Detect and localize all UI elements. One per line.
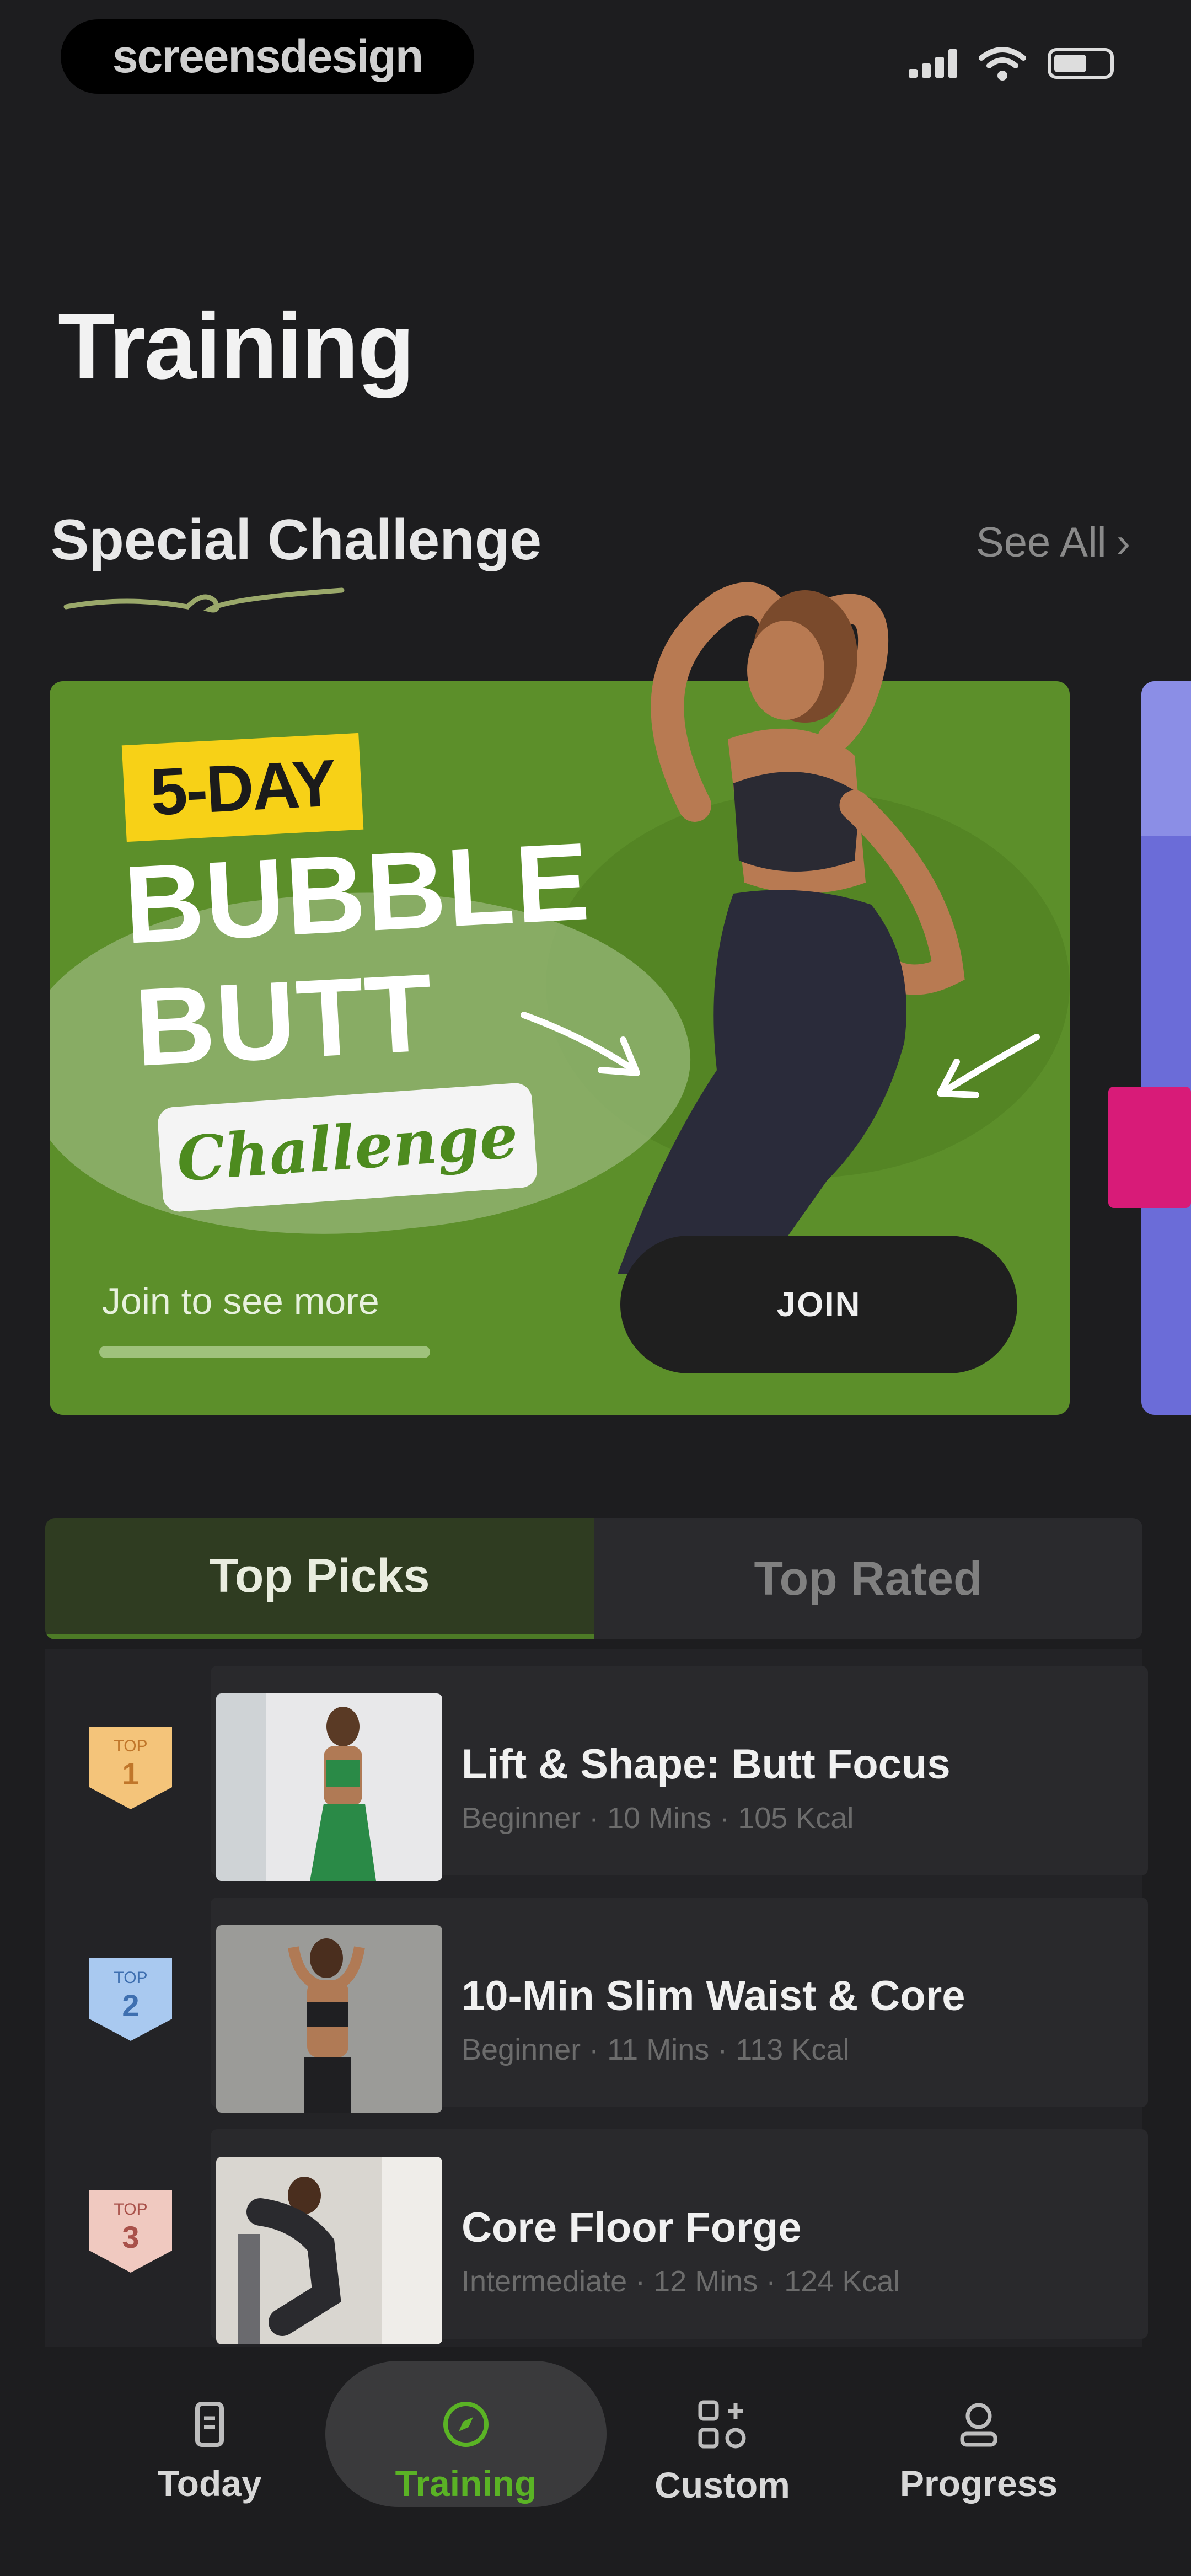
see-all-link[interactable]: See All › (976, 519, 1130, 566)
workout-title: Lift & Shape: Butt Focus (462, 1741, 951, 1788)
workout-row[interactable]: TOP 2 10-Min Slim Waist & Core Beginner … (45, 1881, 1148, 2113)
rank-badge-icon: TOP 1 (89, 1727, 172, 1809)
challenge-title-line2: BUTT (132, 950, 437, 1090)
brand-text: screensdesign (112, 30, 423, 82)
workout-row[interactable]: TOP 1 Lift & Shape: Butt Focus Beginner … (45, 1649, 1148, 1881)
nav-label: Training (395, 2463, 537, 2504)
join-progress-line (99, 1346, 430, 1358)
svg-text:2: 2 (122, 1988, 139, 2023)
join-button[interactable]: JOIN (620, 1236, 1017, 1373)
workout-meta: Beginner · 11 Mins · 113 Kcal (462, 2033, 850, 2066)
challenge-title-line1: BUBBLE (121, 820, 593, 967)
athlete-image (618, 582, 965, 1274)
nav-training[interactable]: Training (356, 2377, 576, 2526)
ranking-tabs: Top Picks Top Rated (45, 1518, 1142, 1639)
chevron-right-icon: › (1116, 519, 1130, 566)
nav-label: Custom (654, 2465, 790, 2505)
join-button-label: JOIN (776, 1285, 861, 1324)
compass-icon (443, 2402, 489, 2447)
progress-icon (960, 2403, 997, 2447)
see-all-label: See All (976, 519, 1107, 566)
arrow-right-decoration (937, 1034, 1040, 1098)
squiggle-decoration (63, 587, 345, 613)
workout-meta: Beginner · 10 Mins · 105 Kcal (462, 1802, 854, 1835)
battery-icon (1048, 48, 1114, 79)
wifi-icon (979, 47, 1026, 81)
nav-today[interactable]: Today (99, 2377, 320, 2526)
today-icon (195, 2402, 224, 2447)
svg-text:TOP: TOP (114, 1737, 147, 1755)
challenge-duration-tag: 5-DAY (121, 733, 364, 842)
svg-text:TOP: TOP (114, 1969, 147, 1987)
arrow-left-decoration (521, 1012, 640, 1076)
workout-thumbnail (216, 1925, 442, 2113)
page-title: Training (58, 294, 415, 399)
workout-title: 10-Min Slim Waist & Core (462, 1973, 965, 2019)
svg-text:1: 1 (122, 1756, 139, 1791)
workout-list: TOP 1 Lift & Shape: Butt Focus Beginner … (45, 1649, 1148, 2350)
brand-pill: screensdesign (61, 19, 474, 94)
nav-label: Progress (899, 2463, 1058, 2504)
nav-progress[interactable]: Progress (868, 2377, 1089, 2526)
grid-plus-icon (698, 2400, 746, 2449)
signal-icon (909, 49, 957, 78)
workout-thumbnail (216, 2157, 442, 2344)
rank-badge-icon: TOP 3 (89, 2190, 172, 2273)
nav-label: Today (157, 2463, 262, 2504)
tab-top-rated[interactable]: Top Rated (594, 1518, 1142, 1639)
status-icons (909, 44, 1114, 83)
workout-meta: Intermediate · 12 Mins · 124 Kcal (462, 2265, 900, 2298)
section-title: Special Challenge (51, 508, 542, 572)
svg-text:TOP: TOP (114, 2200, 147, 2219)
tab-top-picks[interactable]: Top Picks (45, 1518, 594, 1639)
rank-badge-icon: TOP 2 (89, 1958, 172, 2041)
join-more-text: Join to see more (102, 1280, 379, 1322)
workout-thumbnail (216, 1693, 442, 1881)
nav-custom[interactable]: Custom (612, 2377, 833, 2526)
svg-text:3: 3 (122, 2220, 139, 2254)
workout-title: Core Floor Forge (462, 2204, 802, 2251)
workout-row[interactable]: TOP 3 Core Floor Forge Intermediate · 12… (45, 2113, 1148, 2344)
